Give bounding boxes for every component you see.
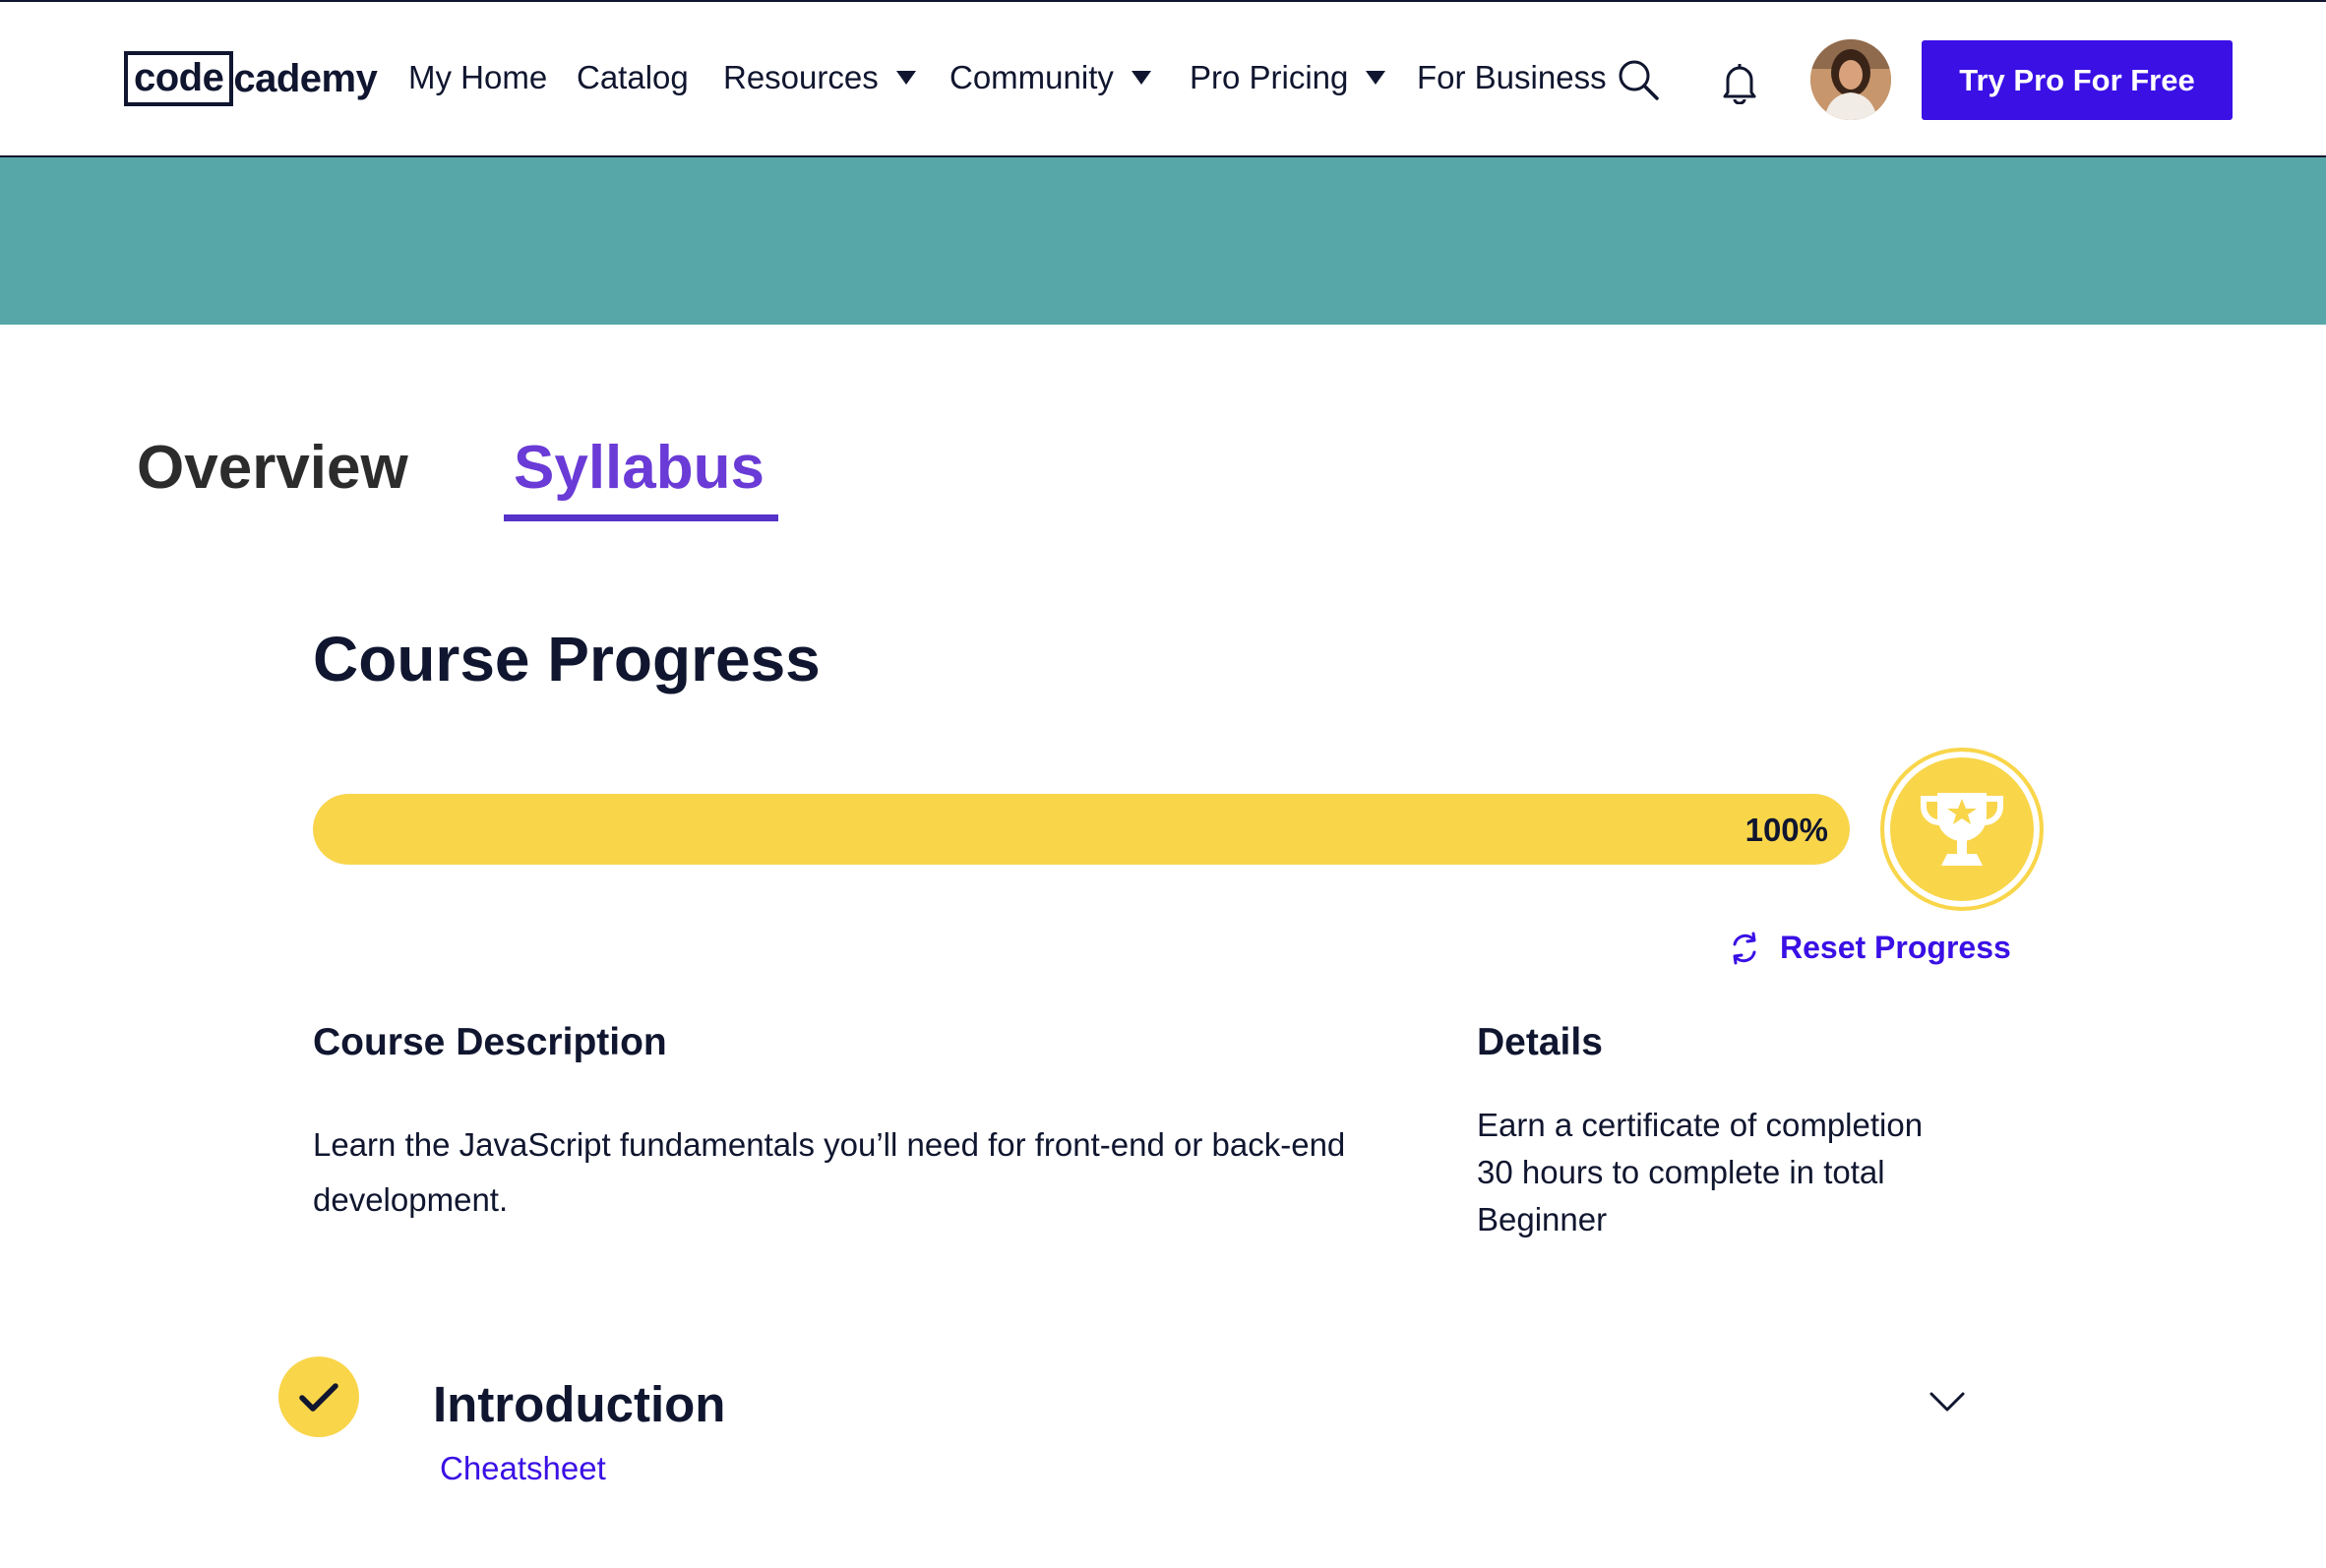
course-banner [0,157,2326,325]
detail-level: Beginner [1477,1201,1608,1237]
detail-certificate: Earn a certificate of completion [1477,1107,1924,1143]
active-tab-indicator [504,514,778,521]
nav-resources-label: Resources [723,59,879,95]
module-completed-badge [278,1357,359,1437]
logo-text: cademy [233,57,378,100]
details-list: Earn a certificate of completion 30 hour… [1477,1102,1923,1243]
module-expand-toggle[interactable] [1928,1390,1966,1414]
user-avatar[interactable] [1810,39,1891,120]
chevron-down-icon [1929,1392,1965,1412]
progress-bar-fill [313,794,1850,865]
progress-percent-label: 100% [1744,812,1828,848]
search-icon [1619,60,1659,100]
bell-icon [1723,64,1756,105]
course-progress-heading: Course Progress [313,624,821,694]
nav-resources-dropdown[interactable]: Resources [723,59,916,96]
caret-down-icon [1366,71,1386,85]
caret-down-icon [1131,71,1151,85]
top-navigation: code cademy My Home Catalog Resources Com… [0,0,2326,157]
logo-code-box: code [124,51,234,106]
nav-my-home[interactable]: My Home [408,59,547,96]
detail-duration: 30 hours to complete in total [1477,1154,1885,1190]
reset-progress-button[interactable]: Reset Progress [1727,930,2011,966]
nav-catalog[interactable]: Catalog [577,59,689,96]
cheatsheet-link[interactable]: Cheatsheet [440,1450,606,1487]
codecademy-logo[interactable]: code cademy [124,51,378,106]
tab-syllabus[interactable]: Syllabus [514,433,765,503]
nav-pro-pricing-dropdown[interactable]: Pro Pricing [1190,59,1386,96]
reset-progress-label: Reset Progress [1780,930,2011,965]
refresh-icon [1733,932,1756,964]
progress-bar: 100% [313,794,1850,865]
trophy-badge [1880,748,2044,911]
nav-community-dropdown[interactable]: Community [949,59,1151,96]
tab-overview[interactable]: Overview [137,433,408,503]
try-pro-button[interactable]: Try Pro For Free [1922,40,2233,120]
avatar-image [1810,39,1891,120]
notifications-button[interactable] [1720,61,1759,105]
details-heading: Details [1477,1021,1603,1063]
course-description-text: Learn the JavaScript fundamentals you’ll… [313,1126,1346,1218]
course-description-heading: Course Description [313,1021,667,1063]
trophy-icon [1921,793,2003,866]
caret-down-icon [895,71,916,85]
search-button[interactable] [1616,57,1661,102]
checkmark-icon [299,1383,338,1412]
module-title[interactable]: Introduction [433,1375,725,1433]
nav-community-label: Community [949,59,1114,95]
nav-pro-pricing-label: Pro Pricing [1190,59,1349,95]
nav-for-business[interactable]: For Business [1417,59,1607,96]
